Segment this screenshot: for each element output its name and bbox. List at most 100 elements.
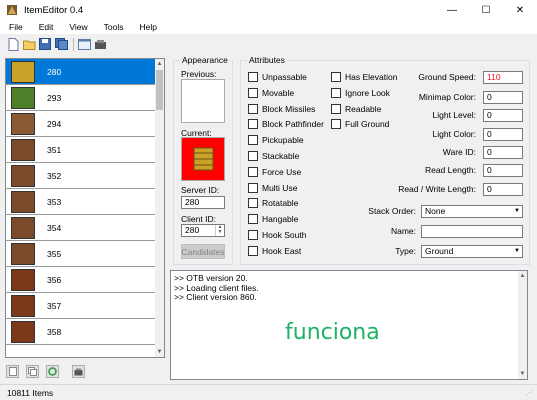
minimap-color-field[interactable]: 0 xyxy=(483,91,523,104)
type-value: Ground xyxy=(425,246,454,256)
reload-item-icon[interactable] xyxy=(46,365,59,378)
checkbox-box[interactable] xyxy=(248,166,258,177)
light-level-field[interactable]: 0 xyxy=(483,109,523,122)
ground-speed-field[interactable]: 110 xyxy=(483,71,523,84)
console-line: >> Client version 860. xyxy=(174,292,257,302)
item-id: 351 xyxy=(47,144,62,155)
checkbox-ignore-look[interactable]: Ignore Look xyxy=(331,87,390,98)
candidates-button[interactable]: Candidates xyxy=(181,244,225,259)
spin-arrows-icon[interactable]: ▲ ▼ xyxy=(215,225,224,236)
list-item[interactable]: 355 xyxy=(6,241,157,267)
checkbox-box[interactable] xyxy=(248,151,258,161)
list-item[interactable]: 352 xyxy=(6,163,157,189)
checkbox-box[interactable] xyxy=(248,245,258,256)
list-tools xyxy=(6,365,92,378)
type-label: Type: xyxy=(395,246,416,256)
item-thumbnail xyxy=(11,294,35,317)
find-item-icon[interactable] xyxy=(72,365,85,378)
list-item[interactable]: 353 xyxy=(6,189,157,215)
checkbox-box[interactable] xyxy=(248,119,258,130)
duplicate-item-icon[interactable] xyxy=(26,365,39,378)
checkbox-hook-east[interactable]: Hook East xyxy=(248,245,301,256)
client-id-stepper[interactable]: 280 ▲ ▼ xyxy=(181,224,225,237)
list-item[interactable]: 358 xyxy=(6,319,157,345)
read-length-field[interactable]: 0 xyxy=(483,164,523,177)
type-select[interactable]: Ground ▼ xyxy=(421,245,523,258)
checkbox-box[interactable] xyxy=(248,182,258,193)
open-icon[interactable] xyxy=(22,37,36,51)
list-item[interactable]: 356 xyxy=(6,267,157,293)
list-item[interactable]: 293 xyxy=(6,85,157,111)
console-scrollbar[interactable]: ▲ ▼ xyxy=(518,271,527,379)
checkbox-box[interactable] xyxy=(248,214,258,225)
checkbox-label: Block Missiles xyxy=(262,103,316,114)
close-button[interactable]: ✕ xyxy=(503,0,537,20)
checkbox-box[interactable] xyxy=(331,87,341,98)
checkbox-multi-use[interactable]: Multi Use xyxy=(248,182,298,193)
minimize-button[interactable]: — xyxy=(435,0,469,20)
reload-icon[interactable] xyxy=(93,37,107,51)
scroll-down-icon[interactable]: ▼ xyxy=(155,347,164,357)
list-item[interactable]: 354 xyxy=(6,215,157,241)
menu-file[interactable]: File xyxy=(0,20,30,34)
menu-edit[interactable]: Edit xyxy=(30,20,61,34)
checkbox-box[interactable] xyxy=(248,87,258,98)
save-as-icon[interactable] xyxy=(54,37,68,51)
checkbox-box[interactable] xyxy=(248,103,258,114)
checkbox-rotatable[interactable]: Rotatable xyxy=(248,198,298,209)
checkbox-unpassable[interactable]: Unpassable xyxy=(248,72,307,82)
checkbox-box[interactable] xyxy=(248,72,258,82)
server-id-field[interactable]: 280 xyxy=(181,196,225,209)
menu-tools[interactable]: Tools xyxy=(95,20,131,34)
checkbox-box[interactable] xyxy=(331,72,341,82)
checkbox-box[interactable] xyxy=(248,198,258,209)
checkbox-block-missiles[interactable]: Block Missiles xyxy=(248,103,316,114)
checkbox-hangable[interactable]: Hangable xyxy=(248,214,298,225)
checkbox-stackable[interactable]: Stackable xyxy=(248,151,299,161)
save-icon[interactable] xyxy=(38,37,52,51)
new-item-icon[interactable] xyxy=(6,365,19,378)
checkbox-label: Pickupable xyxy=(262,135,304,146)
item-list-scrollbar[interactable]: ▲ ▼ xyxy=(155,59,164,357)
rw-length-field[interactable]: 0 xyxy=(483,183,523,196)
checkbox-label: Multi Use xyxy=(262,182,298,193)
item-id: 354 xyxy=(47,222,62,233)
scroll-down-icon[interactable]: ▼ xyxy=(518,369,527,379)
checkbox-has-elevation[interactable]: Has Elevation xyxy=(331,72,397,82)
ware-id-field[interactable]: 0 xyxy=(483,146,523,159)
checkbox-readable[interactable]: Readable xyxy=(331,103,381,114)
checkbox-box[interactable] xyxy=(331,103,341,114)
scroll-up-icon[interactable]: ▲ xyxy=(518,271,527,281)
stack-order-select[interactable]: None ▼ xyxy=(421,205,523,218)
menu-view[interactable]: View xyxy=(60,20,94,34)
light-color-field[interactable]: 0 xyxy=(483,128,523,141)
checkbox-label: Unpassable xyxy=(262,72,307,82)
client-id-label: Client ID: xyxy=(181,214,216,224)
list-item[interactable]: 294 xyxy=(6,111,157,137)
compare-icon[interactable] xyxy=(77,37,91,51)
maximize-button[interactable]: ☐ xyxy=(469,0,503,20)
checkbox-box[interactable] xyxy=(331,119,341,130)
checkbox-pickupable[interactable]: Pickupable xyxy=(248,135,304,146)
checkbox-box[interactable] xyxy=(248,135,258,146)
item-list[interactable]: 280 293 294 351 352 353 354 355 356 357 358 ▲ ▼ xyxy=(5,58,165,358)
menu-help[interactable]: Help xyxy=(130,20,163,34)
list-item[interactable]: 351 xyxy=(6,137,157,163)
checkbox-block-pathfinder[interactable]: Block Pathfinder xyxy=(248,119,324,130)
item-thumbnail xyxy=(11,112,35,135)
list-item[interactable]: 280 xyxy=(6,59,157,85)
name-field[interactable] xyxy=(421,225,523,238)
checkbox-movable[interactable]: Movable xyxy=(248,87,294,98)
checkbox-box[interactable] xyxy=(248,230,258,240)
checkbox-label: Stackable xyxy=(262,151,300,161)
checkbox-full-ground[interactable]: Full Ground xyxy=(331,119,390,130)
resize-grip-icon[interactable]: ⋰ xyxy=(526,389,535,398)
list-item[interactable]: 357 xyxy=(6,293,157,319)
new-icon[interactable] xyxy=(6,37,20,51)
checkbox-label: Full Ground xyxy=(345,119,390,130)
name-label: Name: xyxy=(390,226,416,236)
checkbox-force-use[interactable]: Force Use xyxy=(248,166,301,177)
scroll-up-icon[interactable]: ▲ xyxy=(155,59,164,69)
checkbox-hook-south[interactable]: Hook South xyxy=(248,230,306,240)
scroll-thumb[interactable] xyxy=(156,70,163,110)
